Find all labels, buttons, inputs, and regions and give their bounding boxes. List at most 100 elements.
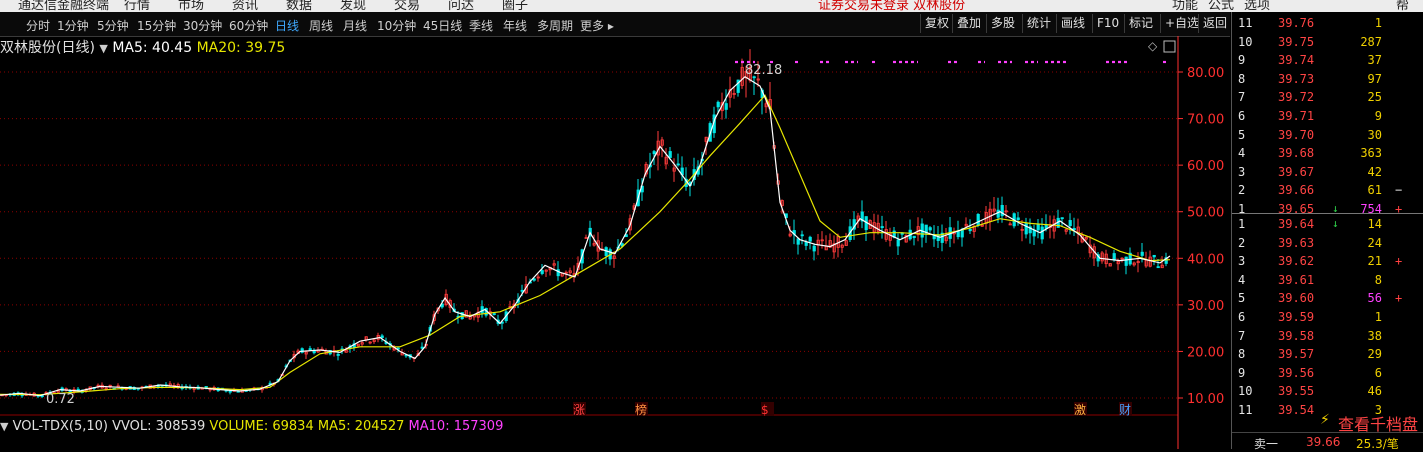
buy-price: 39.60 xyxy=(1278,291,1315,306)
buy-row[interactable]: 5 39.60 56 + xyxy=(1232,289,1423,308)
sell-row[interactable]: 9 39.74 37 xyxy=(1232,51,1423,70)
sell-volume: 363 xyxy=(1360,146,1382,161)
buy-price: 39.59 xyxy=(1278,310,1315,324)
candle-down xyxy=(380,335,384,338)
menu-shuju[interactable]: 数据 xyxy=(286,0,312,12)
draw-button[interactable]: 画线 xyxy=(1056,14,1089,33)
f10-button[interactable]: F10 xyxy=(1092,14,1123,33)
candle-down xyxy=(968,228,972,232)
sell-row[interactable]: 5 39.70 30 xyxy=(1232,126,1423,145)
sell-volume: 25 xyxy=(1367,90,1382,105)
menu-jiaoyi[interactable]: 交易 xyxy=(394,0,420,12)
sell-price: 39.73 xyxy=(1278,71,1315,86)
period-30min[interactable]: 30分钟 xyxy=(183,17,222,34)
sell-price: 39.75 xyxy=(1278,34,1315,49)
period-quarterly[interactable]: 季线 xyxy=(469,17,493,34)
back-button[interactable]: 返回 xyxy=(1198,14,1231,33)
volume-value: VOLUME: 69834 xyxy=(209,419,314,434)
menu-faxian[interactable]: 发现 xyxy=(340,0,366,12)
buy-row[interactable]: 3 39.62 21 + xyxy=(1232,252,1423,271)
y-tick-label: 80.00 xyxy=(1187,66,1224,81)
dropdown-icon[interactable]: ▼ xyxy=(99,42,107,55)
sell-flag: + xyxy=(1395,202,1403,216)
buy-row[interactable]: 6 39.59 1 xyxy=(1232,308,1423,327)
sell-level: 11 xyxy=(1238,16,1253,30)
order-book: ⚡ 查看千档盘 卖一 39.66 25.3/笔 11 39.76 1 10 39.75 2… xyxy=(1231,12,1423,451)
period-yearly[interactable]: 年线 xyxy=(503,17,527,34)
candle-down xyxy=(1016,217,1020,220)
vol-dropdown-icon[interactable]: ▼ xyxy=(0,420,8,433)
menu-wenda[interactable]: 问达 xyxy=(448,0,474,12)
buy-level: 7 xyxy=(1238,328,1246,343)
event-marker: 榜 xyxy=(635,402,647,417)
stats-button[interactable]: 统计 xyxy=(1022,14,1055,33)
sell-level: 9 xyxy=(1238,53,1246,68)
buy-level: 8 xyxy=(1238,347,1246,362)
period-more[interactable]: 更多 ▸ xyxy=(580,17,614,34)
period-multi[interactable]: 多周期 xyxy=(537,17,573,34)
buy-price: 39.57 xyxy=(1278,347,1315,362)
sell-row[interactable]: 4 39.68 363 xyxy=(1232,144,1423,163)
buy-row[interactable]: 11 39.54 3 xyxy=(1232,401,1423,420)
menu-gongneng[interactable]: 功能 xyxy=(1172,0,1198,12)
buy-level: 1 xyxy=(1238,217,1246,231)
multi-stock-button[interactable]: 多股 xyxy=(986,14,1019,33)
sell1-label: 卖一 xyxy=(1254,437,1279,451)
period-monthly[interactable]: 月线 xyxy=(343,17,367,34)
buy-price: 39.62 xyxy=(1278,254,1315,269)
candlesticks xyxy=(0,49,1168,399)
sell-level: 4 xyxy=(1238,146,1246,161)
period-fenshi[interactable]: 分时 xyxy=(26,17,50,34)
candle-down xyxy=(976,213,980,226)
period-1min[interactable]: 1分钟 xyxy=(57,17,89,34)
candle-down xyxy=(1024,223,1028,235)
event-marker: 涨 xyxy=(573,402,585,417)
candle-down xyxy=(480,306,484,314)
sell-row[interactable]: 2 39.66 61− xyxy=(1232,181,1423,200)
sell-volume: 97 xyxy=(1367,71,1382,86)
vol-ma5-value: MA5: 204527 xyxy=(317,419,405,434)
overlay-button[interactable]: 叠加 xyxy=(952,14,985,33)
period-45day[interactable]: 45日线 xyxy=(423,17,462,34)
period-15min[interactable]: 15分钟 xyxy=(137,17,176,34)
vol-indicator-title[interactable]: VOL-TDX(5,10) xyxy=(13,419,108,434)
menu-help[interactable]: 帮 xyxy=(1396,0,1409,12)
candle-down xyxy=(336,353,340,356)
y-tick-label: 60.00 xyxy=(1187,159,1224,174)
buy-volume: 38 xyxy=(1367,328,1382,343)
fuquan-button[interactable]: 复权 xyxy=(920,14,953,33)
buy-row[interactable]: 8 39.57 29 xyxy=(1232,345,1423,364)
sell-row[interactable]: 3 39.67 42 xyxy=(1232,163,1423,182)
sell-row[interactable]: 8 39.73 97 xyxy=(1232,70,1423,89)
period-5min[interactable]: 5分钟 xyxy=(97,17,129,34)
add-watchlist-button[interactable]: +自选 xyxy=(1160,14,1203,33)
buy-row[interactable]: 4 39.61 8 xyxy=(1232,271,1423,290)
stock-name: 双林股份(日线) xyxy=(0,40,95,56)
sell-row[interactable]: 10 39.75 287 xyxy=(1232,33,1423,52)
sell-row[interactable]: 11 39.76 1 xyxy=(1232,14,1423,33)
period-weekly[interactable]: 周线 xyxy=(309,17,333,34)
menu-gongshi[interactable]: 公式 xyxy=(1208,0,1234,12)
period-60min[interactable]: 60分钟 xyxy=(229,17,268,34)
buy-row[interactable]: 7 39.58 38 xyxy=(1232,327,1423,346)
period-10min[interactable]: 10分钟 xyxy=(377,17,416,34)
menu-hangqing[interactable]: 行情 xyxy=(124,0,150,12)
y-tick-label: 10.00 xyxy=(1187,392,1224,407)
mark-button[interactable]: 标记 xyxy=(1124,14,1157,33)
sell-row[interactable]: 7 39.72 25 xyxy=(1232,88,1423,107)
buy-row[interactable]: 1 39.64 ↓ 14 xyxy=(1232,215,1423,234)
menu-shichang[interactable]: 市场 xyxy=(178,0,204,12)
menu-quanzi[interactable]: 圈子 xyxy=(502,0,528,12)
sell-row[interactable]: 6 39.71 9 xyxy=(1232,107,1423,126)
candle-down xyxy=(1152,254,1156,258)
chart-info-line: 双林股份(日线) ▼ MA5: 40.45 MA20: 39.75 xyxy=(0,37,285,57)
menu-xuanxiang[interactable]: 选项 xyxy=(1244,0,1270,12)
period-daily[interactable]: 日线 xyxy=(275,17,299,34)
buy-row[interactable]: 10 39.55 46 xyxy=(1232,382,1423,401)
candle-down xyxy=(668,151,672,158)
menu-zixun[interactable]: 资讯 xyxy=(232,0,258,12)
kline-chart[interactable]: 80.00 70.00 60.00 50.00 40.00 30.00 20.00 10.00… xyxy=(0,36,1230,449)
sell-volume: 754 xyxy=(1360,202,1382,216)
buy-row[interactable]: 9 39.56 6 xyxy=(1232,364,1423,383)
buy-row[interactable]: 2 39.63 24 xyxy=(1232,234,1423,253)
